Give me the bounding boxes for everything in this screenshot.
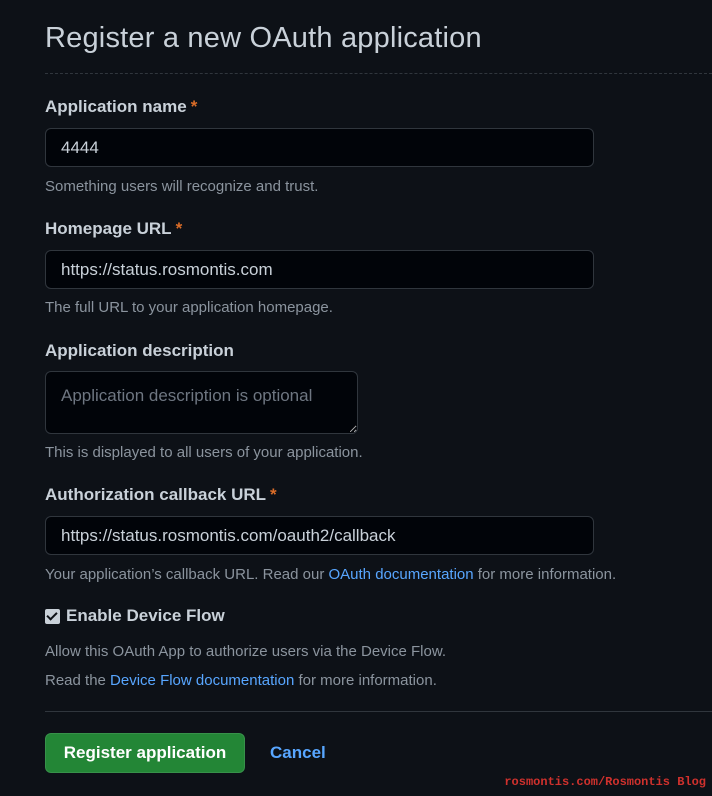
device-flow-note-after: for more information. — [294, 672, 437, 689]
app-name-label-text: Application name — [45, 97, 187, 116]
device-flow-documentation-link[interactable]: Device Flow documentation — [110, 672, 294, 689]
description-label-text: Application description — [45, 341, 234, 360]
oauth-app-form-page: Register a new OAuth application Applica… — [45, 0, 712, 796]
required-mark: * — [175, 219, 183, 238]
callback-url-note: Your application’s callback URL. Read ou… — [45, 566, 616, 583]
app-name-input[interactable] — [45, 128, 594, 167]
homepage-url-note: The full URL to your application homepag… — [45, 299, 333, 316]
description-textarea[interactable] — [45, 371, 358, 434]
homepage-url-input[interactable] — [45, 250, 594, 289]
callback-note-before: Your application’s callback URL. Read ou… — [45, 566, 329, 583]
register-application-button[interactable]: Register application — [45, 733, 245, 773]
description-label: Application description — [45, 341, 234, 361]
device-flow-note-before: Read the — [45, 672, 111, 689]
app-name-label: Application name * — [45, 97, 197, 117]
actions-divider — [45, 711, 712, 712]
homepage-url-label: Homepage URL * — [45, 219, 182, 239]
device-flow-checkbox[interactable] — [45, 608, 60, 624]
callback-url-input[interactable] — [45, 516, 594, 555]
device-flow-note-2: Read the Device Flow documentation for m… — [45, 672, 437, 689]
page-title: Register a new OAuth application — [45, 22, 482, 54]
callback-url-label-text: Authorization callback URL — [45, 485, 267, 504]
app-name-note: Something users will recognize and trust… — [45, 178, 319, 195]
required-mark: * — [190, 97, 198, 116]
callback-url-label: Authorization callback URL * — [45, 485, 277, 505]
title-divider — [45, 73, 712, 74]
device-flow-note-1: Allow this OAuth App to authorize users … — [45, 643, 447, 660]
callback-note-after: for more information. — [473, 566, 617, 583]
device-flow-label[interactable]: Enable Device Flow — [66, 606, 225, 626]
watermark: rosmontis.com/Rosmontis Blog — [504, 775, 706, 789]
homepage-url-label-text: Homepage URL — [45, 219, 172, 238]
cancel-link[interactable]: Cancel — [270, 743, 326, 763]
required-mark: * — [270, 485, 277, 504]
device-flow-row[interactable]: Enable Device Flow — [45, 606, 225, 626]
oauth-documentation-link[interactable]: OAuth documentation — [329, 566, 474, 583]
description-note: This is displayed to all users of your a… — [45, 444, 363, 461]
